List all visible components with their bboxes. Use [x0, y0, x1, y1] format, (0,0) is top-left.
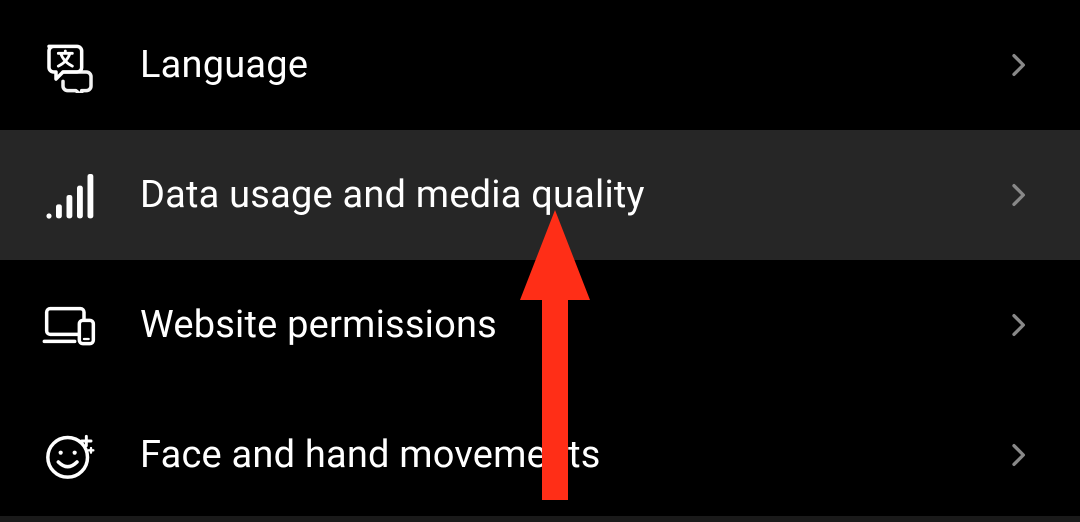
settings-item-face-hand-movements[interactable]: Face and hand movements — [0, 390, 1080, 520]
chevron-right-icon — [1002, 179, 1034, 211]
face-sparkle-icon — [40, 425, 100, 485]
settings-item-label: Face and hand movements — [140, 433, 1002, 477]
devices-icon — [40, 295, 100, 355]
translate-icon — [40, 35, 100, 95]
signal-bars-icon — [40, 165, 100, 225]
chevron-right-icon — [1002, 439, 1034, 471]
settings-item-label: Language — [140, 43, 1002, 87]
chevron-right-icon — [1002, 49, 1034, 81]
settings-list: Language Data usage and media quality — [0, 0, 1080, 520]
bottom-divider — [0, 516, 1080, 522]
settings-item-label: Data usage and media quality — [140, 173, 1002, 217]
chevron-right-icon — [1002, 309, 1034, 341]
settings-item-data-usage[interactable]: Data usage and media quality — [0, 130, 1080, 260]
settings-item-label: Website permissions — [140, 303, 1002, 347]
settings-item-website-permissions[interactable]: Website permissions — [0, 260, 1080, 390]
settings-item-language[interactable]: Language — [0, 0, 1080, 130]
